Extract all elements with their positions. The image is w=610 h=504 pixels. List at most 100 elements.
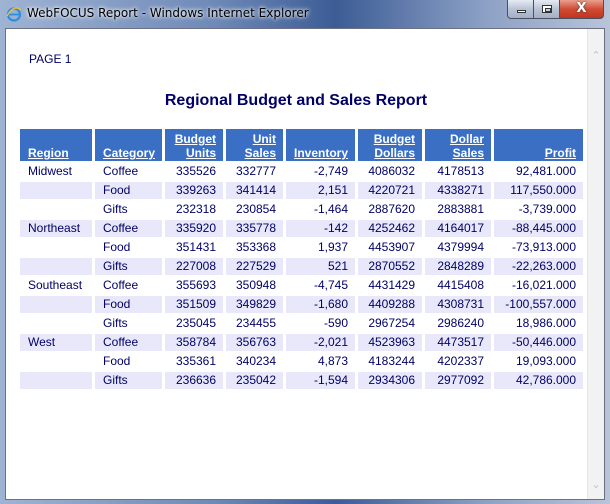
budget-units-cell: 351431 (175, 240, 217, 254)
dollar-sales-cell: 4202337 (437, 354, 485, 368)
profit-cell: -100,557.000 (494, 296, 584, 313)
profit-cell: 18,986.000 (515, 316, 577, 330)
budget-dollars-cell: 2934306 (358, 372, 423, 389)
close-button[interactable]: X (560, 0, 604, 19)
budget-dollars-cell: 4453907 (368, 240, 416, 254)
budget-dollars-cell: 4183244 (368, 354, 416, 368)
dollar-sales-cell: 2986240 (437, 316, 485, 330)
budget-dollars-cell: 4409288 (358, 296, 423, 313)
column-header-budget-dollars[interactable]: Budget Dollars (358, 129, 423, 161)
profit-cell: -3,739.000 (518, 202, 577, 216)
inventory-cell: -2,021 (286, 334, 356, 351)
budget-dollars-cell: 4220721 (358, 182, 423, 199)
inventory-cell: -2,749 (314, 164, 349, 178)
dollar-sales-cell: 4379994 (437, 240, 485, 254)
column-header-region[interactable]: Region (20, 129, 92, 161)
internet-explorer-icon (6, 6, 22, 22)
page-label: PAGE 1 (29, 52, 72, 66)
dollar-sales-cell: 2977092 (425, 372, 492, 389)
region-cell: West (20, 334, 92, 351)
dollar-sales-cell: 2848289 (425, 258, 492, 275)
region-cell (20, 315, 92, 332)
report-body: Midwest Coffee 335526 332777 -2,749 4086032 41… (20, 163, 584, 389)
column-header-budget-units[interactable]: Budget Units (165, 129, 224, 161)
profit-cell: -88,445.000 (494, 220, 584, 237)
dollar-sales-cell: 4338271 (425, 182, 492, 199)
report-title: Regional Budget and Sales Report (164, 92, 428, 109)
profit-cell: -16,021.000 (511, 278, 577, 292)
region-cell: Northeast (20, 220, 92, 237)
vertical-scrollbar[interactable]: ⌃ ⌄ (587, 29, 604, 499)
region-cell: Southeast (28, 278, 83, 292)
profit-cell: 117,550.000 (494, 182, 584, 199)
budget-units-cell: 355693 (175, 278, 217, 292)
table-row: Food 351509 349829 -1,680 4409288 4308731 -100… (20, 296, 584, 313)
report-viewport: PAGE 1 Regional Budget and Sales Report … (5, 28, 605, 500)
inventory-cell: 2,151 (286, 182, 356, 199)
column-header-profit[interactable]: Profit (494, 129, 584, 161)
dollar-sales-cell: 2883881 (437, 202, 485, 216)
unit-sales-cell: 350948 (235, 278, 277, 292)
budget-units-cell: 339263 (165, 182, 224, 199)
budget-units-cell: 335526 (175, 164, 217, 178)
budget-units-cell: 335920 (165, 220, 224, 237)
unit-sales-cell: 335778 (226, 220, 284, 237)
minimize-button[interactable] (507, 0, 534, 19)
inventory-cell: -142 (286, 220, 356, 237)
budget-dollars-cell: 4523963 (358, 334, 423, 351)
region-cell (20, 258, 92, 275)
budget-dollars-cell: 4252462 (358, 220, 423, 237)
table-row: West Coffee 358784 356763 -2,021 4523963 44735… (20, 334, 584, 351)
region-cell (20, 239, 92, 256)
budget-units-cell: 335361 (175, 354, 217, 368)
restore-icon (542, 5, 552, 13)
budget-dollars-cell: 2887620 (368, 202, 416, 216)
profit-cell: -50,446.000 (494, 334, 584, 351)
profit-cell: -22,263.000 (494, 258, 584, 275)
column-header-dollar-sales[interactable]: Dollar Sales (425, 129, 492, 161)
table-row: Midwest Coffee 335526 332777 -2,749 4086032 41… (20, 163, 583, 180)
unit-sales-cell: 235042 (226, 372, 284, 389)
category-cell: Food (95, 296, 163, 313)
category-cell: Coffee (103, 164, 139, 178)
unit-sales-cell: 349829 (226, 296, 284, 313)
scroll-down-arrow-icon[interactable]: ⌄ (588, 476, 604, 493)
region-cell (20, 372, 92, 389)
budget-units-cell: 351509 (165, 296, 224, 313)
profit-cell: 42,786.000 (494, 372, 584, 389)
column-header-unit-sales[interactable]: Unit Sales (226, 129, 284, 161)
scroll-up-arrow-icon[interactable]: ⌃ (588, 47, 604, 64)
inventory-cell: -1,594 (286, 372, 356, 389)
region-cell (20, 201, 92, 218)
unit-sales-cell: 230854 (235, 202, 277, 216)
budget-units-cell: 227008 (165, 258, 224, 275)
dollar-sales-cell: 4164017 (425, 220, 492, 237)
table-row: Southeast Coffee 355693 350948 -4,745 4431429… (20, 277, 583, 294)
inventory-cell: -1,680 (286, 296, 356, 313)
budget-units-cell: 358784 (165, 334, 224, 351)
region-cell (20, 182, 92, 199)
category-cell: Gifts (103, 202, 128, 216)
title-bar[interactable]: WebFOCUS Report - Windows Internet Explo… (0, 0, 610, 28)
table-row: Gifts 227008 227529 521 2870552 2848289 -22,26… (20, 258, 584, 275)
table-row: Northeast Coffee 335920 335778 -142 4252462 41… (20, 220, 584, 237)
unit-sales-cell: 234455 (235, 316, 277, 330)
window-title: WebFOCUS Report - Windows Internet Explo… (27, 6, 309, 20)
unit-sales-cell: 332777 (235, 164, 277, 178)
region-cell (20, 353, 92, 370)
profit-cell: -73,913.000 (511, 240, 577, 254)
budget-units-cell: 235045 (175, 316, 217, 330)
budget-dollars-cell: 2870552 (358, 258, 423, 275)
category-cell: Coffee (103, 278, 139, 292)
column-header-category[interactable]: Category (95, 129, 163, 161)
column-header-inventory[interactable]: Inventory (286, 129, 356, 161)
inventory-cell: 521 (286, 258, 356, 275)
unit-sales-cell: 341414 (226, 182, 284, 199)
category-cell: Food (103, 240, 131, 254)
inventory-cell: -4,745 (314, 278, 349, 292)
restore-button[interactable] (534, 0, 560, 19)
category-cell: Coffee (95, 334, 163, 351)
inventory-cell: -1,464 (314, 202, 349, 216)
table-row: Food 339263 341414 2,151 4220721 4338271 117,5… (20, 182, 584, 199)
profit-cell: 92,481.000 (515, 164, 577, 178)
